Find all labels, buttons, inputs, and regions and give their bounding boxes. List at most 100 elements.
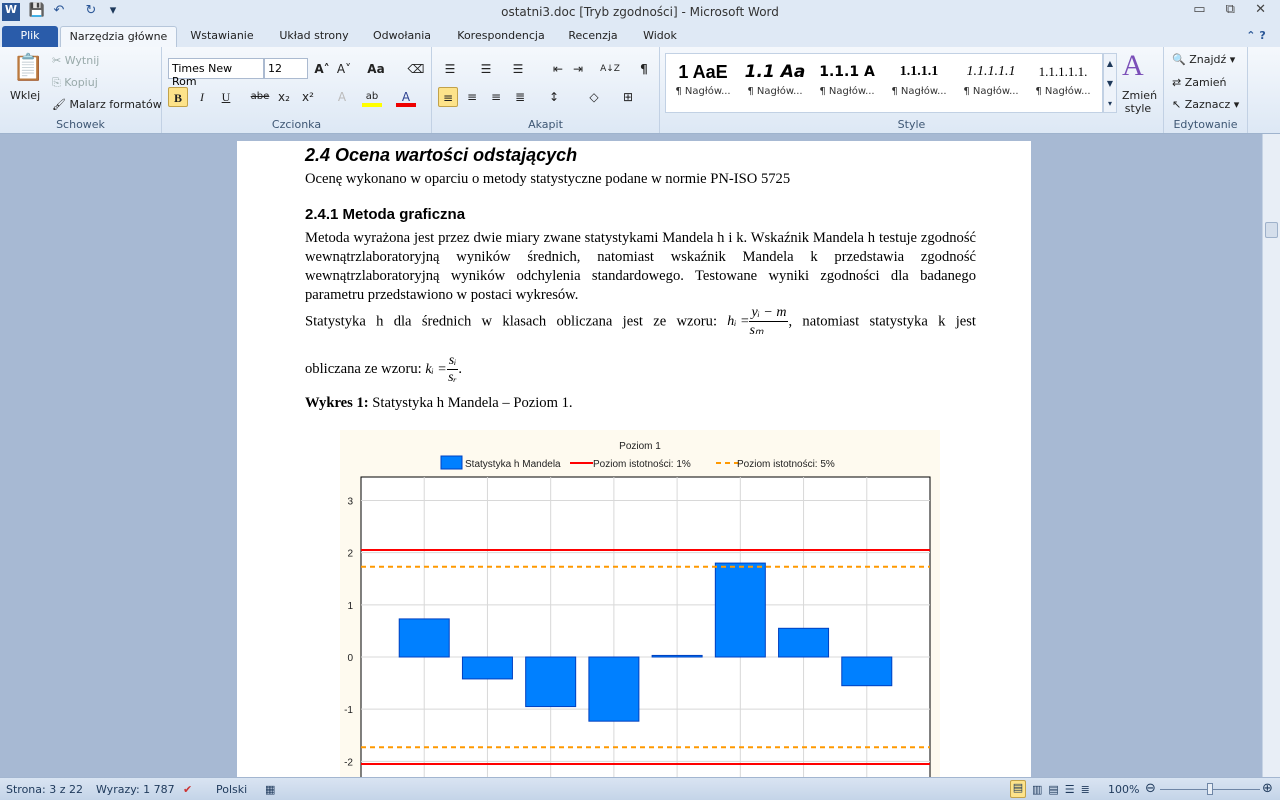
style-heading-4[interactable]: 1.1.1.1 ¶ Nagłów... bbox=[886, 58, 952, 106]
subscript-button[interactable]: x₂ bbox=[274, 87, 294, 107]
chart-title: Poziom 1 bbox=[619, 441, 661, 452]
tab-layout[interactable]: Układ strony bbox=[270, 26, 358, 47]
ribbon: 📋 Wklej ✂ Wytnij ⎘ Kopiuj 🖌 Malarz forma… bbox=[0, 47, 1280, 134]
increase-indent-icon[interactable]: ⇥ bbox=[568, 59, 588, 79]
denominator: sᵣ bbox=[448, 370, 458, 385]
style-heading-5[interactable]: 1.1.1.1.1 ¶ Nagłów... bbox=[958, 58, 1024, 106]
bar bbox=[588, 656, 640, 722]
tab-mailings[interactable]: Korespondencja bbox=[450, 26, 552, 47]
paste-button[interactable]: Wklej bbox=[10, 89, 40, 102]
font-name-select[interactable]: Times New Rom bbox=[168, 58, 264, 88]
show-formatting-icon[interactable]: ¶ bbox=[634, 59, 654, 79]
strikethrough-button[interactable]: abe bbox=[250, 87, 270, 107]
word-count[interactable]: Wyrazy: 1 787 bbox=[96, 783, 175, 796]
zoom-in-icon[interactable]: ⊕ bbox=[1262, 781, 1273, 796]
y-tick-label: -2 bbox=[344, 757, 353, 768]
font-size-select[interactable]: 12 bbox=[264, 58, 308, 79]
bold-button[interactable]: B bbox=[168, 87, 188, 107]
tab-insert[interactable]: Wstawianie bbox=[182, 26, 262, 47]
superscript-button[interactable]: x² bbox=[298, 87, 318, 107]
section-heading: 2.4 Ocena wartości odstających bbox=[305, 145, 578, 165]
italic-button[interactable]: I bbox=[192, 87, 212, 107]
zoom-level[interactable]: 100% bbox=[1108, 783, 1139, 796]
formula-lhs: kᵢ = bbox=[425, 361, 447, 377]
change-styles-icon[interactable]: A bbox=[1122, 49, 1144, 83]
grow-font-icon[interactable]: A˄ bbox=[312, 59, 332, 79]
tab-review[interactable]: Recenzja bbox=[560, 26, 626, 47]
numerator: sᵢ bbox=[446, 353, 459, 370]
font-color-icon[interactable]: A bbox=[396, 87, 416, 107]
underline-button[interactable]: U bbox=[216, 87, 236, 107]
help-icon[interactable]: ⌃ ? bbox=[1236, 26, 1276, 47]
legend-label-1pct: Poziom istotności: 1% bbox=[593, 459, 691, 470]
vertical-scrollbar[interactable] bbox=[1262, 134, 1280, 777]
formula-lhs: hᵢ = bbox=[727, 314, 750, 329]
numbering-icon[interactable]: ☰ bbox=[476, 59, 496, 79]
select-label: Zaznacz bbox=[1184, 98, 1231, 111]
macro-icon[interactable]: ▦ bbox=[265, 783, 275, 796]
caption-label: Wykres 1: bbox=[305, 395, 369, 411]
sort-icon[interactable]: A↓Z bbox=[600, 59, 620, 79]
style-preview: 1 AaE bbox=[678, 62, 728, 82]
text-effects-icon[interactable]: A bbox=[332, 87, 352, 107]
text: Statystyka h dla średnich w klasach obli… bbox=[305, 313, 717, 330]
style-name: ¶ Nagłów... bbox=[1035, 86, 1091, 97]
title-bar: W 💾 ↶ ↻ ▾ ostatni3.doc [Tryb zgodności] … bbox=[0, 0, 1280, 24]
print-layout-icon[interactable]: ▤ bbox=[1010, 780, 1026, 798]
tab-references[interactable]: Odwołania bbox=[364, 26, 440, 47]
tab-view[interactable]: Widok bbox=[634, 26, 686, 47]
line-spacing-icon[interactable]: ↕ bbox=[544, 87, 564, 107]
chart-legend: Statystyka h Mandela Poziom istotności: … bbox=[440, 455, 835, 470]
change-styles-button[interactable]: Zmień style bbox=[1122, 89, 1157, 115]
scrollbar-thumb[interactable] bbox=[1265, 222, 1278, 238]
document-area: 2.4 Ocena wartości odstających Ocenę wyk… bbox=[0, 134, 1262, 800]
style-heading-3[interactable]: 1.1.1 A ¶ Nagłów... bbox=[814, 58, 880, 106]
replace-label: Zamień bbox=[1184, 76, 1227, 89]
shrink-font-icon[interactable]: A˅ bbox=[334, 59, 354, 79]
replace-button[interactable]: ⇄ Zamień bbox=[1172, 76, 1227, 89]
page-count[interactable]: Strona: 3 z 22 bbox=[6, 783, 83, 796]
copy-button[interactable]: ⎘ Kopiuj bbox=[52, 76, 98, 90]
justify-button[interactable]: ≣ bbox=[510, 87, 530, 107]
paste-icon[interactable]: 📋 bbox=[12, 53, 44, 83]
formula-k: kᵢ = bbox=[425, 362, 446, 378]
tab-home[interactable]: Narzędzia główne bbox=[60, 26, 177, 47]
cut-button[interactable]: ✂ Wytnij bbox=[52, 54, 99, 67]
style-heading-1[interactable]: 1 AaE ¶ Nagłów... bbox=[670, 58, 736, 106]
format-painter-button[interactable]: 🖌 Malarz formatów bbox=[52, 98, 162, 111]
proofing-icon[interactable]: ✔ bbox=[183, 783, 192, 796]
multilevel-list-icon[interactable]: ☰ bbox=[508, 59, 528, 79]
borders-icon[interactable]: ⊞ bbox=[618, 87, 638, 107]
window-title: ostatni3.doc [Tryb zgodności] - Microsof… bbox=[501, 5, 779, 19]
clear-formatting-icon[interactable]: ⌫ bbox=[406, 59, 426, 79]
editing-label: Edytowanie bbox=[1173, 118, 1238, 131]
align-center-button[interactable]: ≡ bbox=[462, 87, 482, 107]
font-group: Times New Rom 12 A˄ A˅ Aa ⌫ B I U abe x₂… bbox=[162, 47, 432, 133]
align-right-button[interactable]: ≡ bbox=[486, 87, 506, 107]
decrease-indent-icon[interactable]: ⇤ bbox=[548, 59, 568, 79]
clipboard-group: 📋 Wklej ✂ Wytnij ⎘ Kopiuj 🖌 Malarz forma… bbox=[0, 47, 162, 133]
style-heading-6[interactable]: 1.1.1.1.1. ¶ Nagłów... bbox=[1030, 58, 1096, 106]
y-tick-label: -1 bbox=[344, 705, 353, 716]
style-preview: 1.1.1.1 bbox=[899, 64, 939, 79]
select-button[interactable]: ↖ Zaznacz ▾ bbox=[1172, 98, 1239, 111]
window-controls[interactable]: ▭ ⧉ ✕ bbox=[1193, 2, 1274, 17]
styles-scroll[interactable]: ▲ ▼ ▾ bbox=[1103, 53, 1117, 113]
text: obliczana ze wzoru: bbox=[305, 360, 422, 377]
formula-paragraph-k: obliczana ze wzoru: kᵢ = sᵢ sᵣ. bbox=[305, 353, 976, 386]
bullets-icon[interactable]: ☰ bbox=[440, 59, 460, 79]
chart[interactable]: Poziom 1 Statystyka h Mandela Poziom ist… bbox=[340, 430, 940, 800]
zoom-slider-thumb[interactable] bbox=[1207, 783, 1213, 795]
y-tick-label: 2 bbox=[347, 549, 353, 560]
change-case-icon[interactable]: Aa bbox=[366, 59, 386, 79]
style-heading-2[interactable]: 1.1 Aa ¶ Nagłów... bbox=[742, 58, 808, 106]
find-button[interactable]: 🔍 Znajdź ▾ bbox=[1172, 53, 1235, 66]
tab-file[interactable]: Plik bbox=[2, 26, 58, 47]
view-mode-icons[interactable]: ▥▤☰≣ bbox=[1032, 783, 1096, 796]
zoom-out-icon[interactable]: ⊖ bbox=[1145, 781, 1156, 796]
highlight-icon[interactable]: ab bbox=[362, 87, 382, 107]
language[interactable]: Polski bbox=[216, 783, 247, 796]
align-left-button[interactable]: ≡ bbox=[438, 87, 458, 107]
document-page[interactable]: 2.4 Ocena wartości odstających Ocenę wyk… bbox=[237, 141, 1031, 800]
shading-icon[interactable]: ◇ bbox=[584, 87, 604, 107]
